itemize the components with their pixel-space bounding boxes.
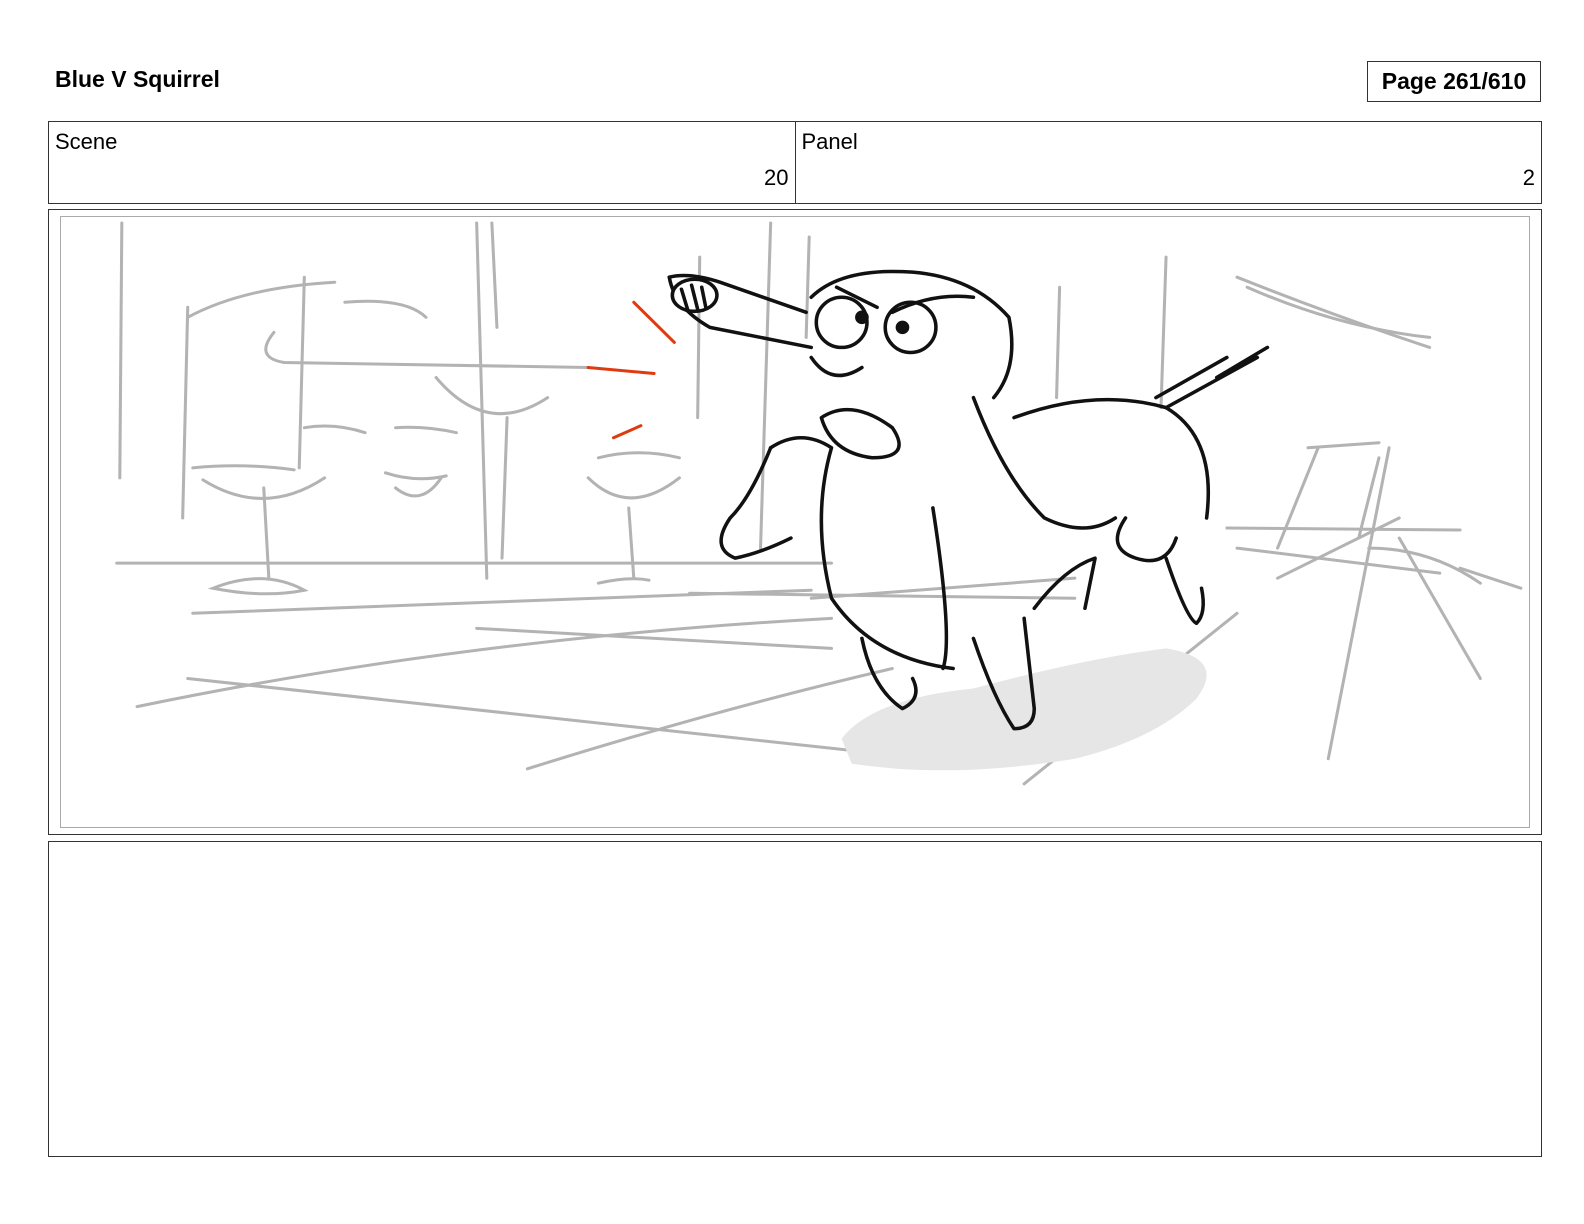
storyboard-panel: [48, 209, 1542, 835]
scene-panel-info: Scene 20 Panel 2: [48, 121, 1542, 204]
panel-label: Panel: [801, 129, 858, 154]
notes-area: [48, 841, 1542, 1157]
sketch-drawing: [115, 221, 1523, 786]
storyboard-image: [60, 216, 1530, 828]
scene-cell: Scene 20: [49, 122, 795, 203]
scene-number: 20: [764, 165, 789, 190]
document-title: Blue V Squirrel: [55, 66, 220, 92]
floor-shadow: [841, 648, 1207, 771]
panel-number: 2: [1522, 165, 1535, 190]
action-marks: [586, 300, 676, 440]
panel-cell: Panel 2: [794, 122, 1542, 203]
page-number: Page 261/610: [1367, 61, 1541, 102]
scene-label: Scene: [55, 129, 118, 154]
background-sketch: [115, 221, 1523, 786]
